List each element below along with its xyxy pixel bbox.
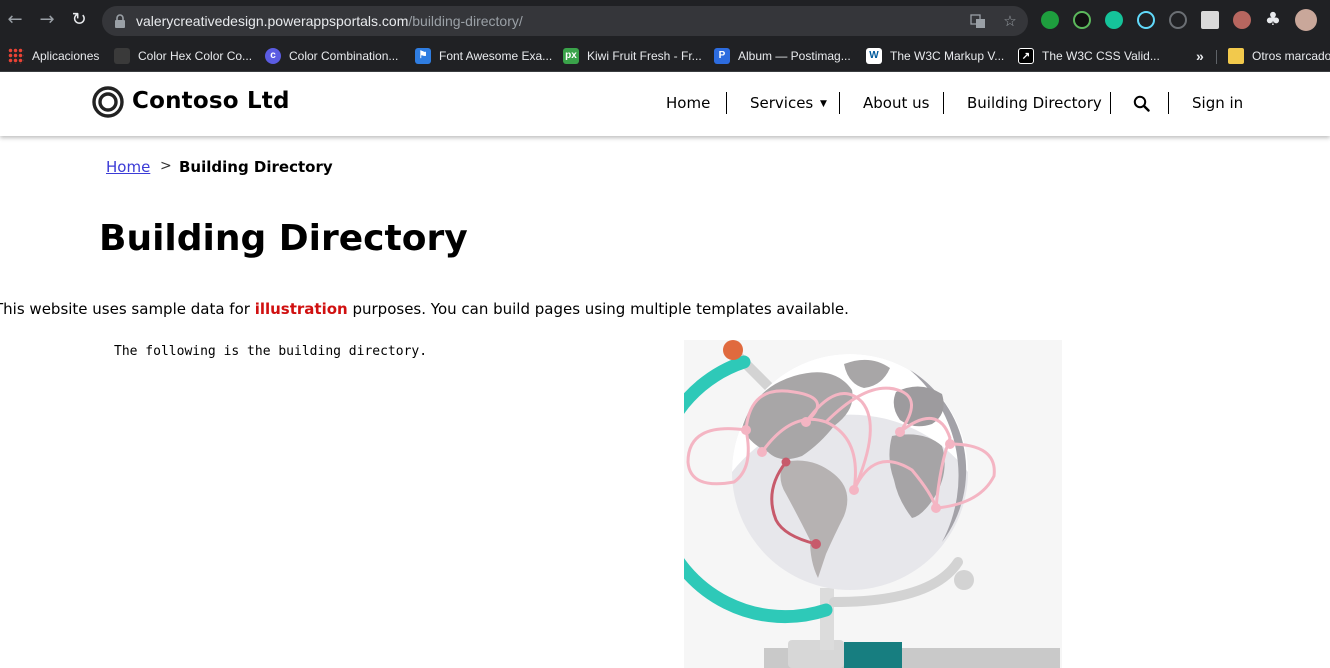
search-icon[interactable]	[1133, 95, 1150, 112]
nav-sign-in[interactable]: Sign in	[1192, 94, 1243, 112]
nav-building-directory[interactable]: Building Directory	[967, 94, 1102, 112]
bookmark-label: Aplicaciones	[32, 49, 100, 63]
site-header: Contoso Ltd Home Services ▼ About us Bui…	[0, 72, 1330, 136]
folder-icon	[1228, 48, 1244, 64]
bookmark-item-w3c-css[interactable]: ↗ The W3C CSS Valid...	[1018, 45, 1160, 67]
nav-services-label: Services	[750, 94, 814, 112]
nav-home[interactable]: Home	[666, 94, 710, 112]
bookmark-item-colorhex[interactable]: Color Hex Color Co...	[114, 45, 252, 67]
contoso-logo-icon[interactable]	[92, 86, 124, 118]
bookmarks-divider	[1216, 50, 1217, 64]
page-title: Building Directory	[99, 218, 468, 259]
globe-illustration	[684, 340, 1062, 668]
a-extension-icon[interactable]	[1073, 11, 1091, 29]
nav-services[interactable]: Services ▼	[750, 94, 827, 112]
url-host: valerycreativedesign.powerappsportals.co…	[136, 13, 409, 29]
bookmark-item-apps[interactable]: Aplicaciones	[8, 45, 99, 67]
grammarly-icon[interactable]	[1105, 11, 1123, 29]
nav-divider	[943, 92, 944, 114]
refresh-extension-icon[interactable]	[1169, 11, 1187, 29]
check-extension-icon[interactable]	[1041, 11, 1059, 29]
intro-text: This website uses sample data for illust…	[0, 300, 849, 318]
bookmark-label: Otros marcado	[1252, 49, 1330, 63]
bookmark-label: Color Combination...	[289, 49, 399, 63]
apps-grid-icon	[8, 48, 24, 64]
colorhex-favicon	[114, 48, 130, 64]
bookmark-item-postimage[interactable]: P Album — Postimag...	[714, 45, 851, 67]
bookmark-label: The W3C CSS Valid...	[1042, 49, 1160, 63]
react-devtools-icon[interactable]	[1137, 11, 1155, 29]
forward-arrow-icon[interactable]: →	[36, 9, 58, 31]
brand-name[interactable]: Contoso Ltd	[132, 88, 290, 114]
globe-illustration-svg	[684, 340, 1060, 668]
breadcrumb-home-link[interactable]: Home	[106, 158, 150, 176]
nav-about-us[interactable]: About us	[863, 94, 929, 112]
font-awesome-favicon: ⚑	[415, 48, 431, 64]
back-arrow-icon[interactable]: ←	[4, 9, 26, 31]
url-path: /building-directory/	[408, 13, 523, 29]
browser-toolbar: ← → ↻ valerycreativedesign.powerappsport…	[0, 0, 1330, 40]
bookmark-label: Font Awesome Exa...	[439, 49, 553, 63]
nav-divider	[1110, 92, 1111, 114]
bookmark-star-icon[interactable]: ☆	[1002, 13, 1018, 29]
profile-avatar[interactable]	[1295, 9, 1317, 31]
bookmark-item-kiwi[interactable]: px Kiwi Fruit Fresh - Fr...	[563, 45, 702, 67]
postimage-favicon: P	[714, 48, 730, 64]
w3c-css-favicon: ↗	[1018, 48, 1034, 64]
ball-extension-icon[interactable]	[1233, 11, 1251, 29]
other-bookmarks-folder[interactable]: Otros marcado	[1228, 45, 1330, 67]
breadcrumb-separator: >	[160, 158, 172, 174]
px-favicon: px	[563, 48, 579, 64]
intro-highlight: illustration	[254, 300, 348, 318]
bookmark-label: Album — Postimag...	[738, 49, 851, 63]
extensions-puzzle-icon[interactable]: ♣	[1262, 9, 1284, 31]
intro-text-start: This website uses sample data for	[0, 300, 255, 318]
bookmark-label: Kiwi Fruit Fresh - Fr...	[587, 49, 702, 63]
nav-divider	[726, 92, 727, 114]
color-combination-favicon: c	[265, 48, 281, 64]
sheet-extension-icon[interactable]	[1201, 11, 1219, 29]
address-bar[interactable]: valerycreativedesign.powerappsportals.co…	[102, 6, 1028, 36]
bookmarks-bar: Aplicaciones Color Hex Color Co... c Col…	[0, 40, 1330, 72]
bookmark-item-color-combination[interactable]: c Color Combination...	[265, 45, 398, 67]
caret-down-icon: ▼	[820, 98, 827, 109]
bookmark-item-font-awesome[interactable]: ⚑ Font Awesome Exa...	[415, 45, 552, 67]
bookmark-label: Color Hex Color Co...	[138, 49, 253, 63]
directory-note: The following is the building directory.	[114, 344, 428, 359]
nav-divider	[1168, 92, 1169, 114]
intro-text-end: purposes. You can build pages using mult…	[347, 300, 849, 318]
lock-icon	[115, 14, 125, 28]
url-text: valerycreativedesign.powerappsportals.co…	[136, 12, 523, 30]
reload-icon[interactable]: ↻	[68, 9, 90, 31]
w3c-favicon: W	[866, 48, 882, 64]
bookmark-item-w3c-markup[interactable]: W The W3C Markup V...	[866, 45, 1004, 67]
nav-divider	[839, 92, 840, 114]
bookmark-label: The W3C Markup V...	[890, 49, 1005, 63]
breadcrumb-current: Building Directory	[179, 158, 333, 176]
translate-icon[interactable]	[970, 13, 986, 29]
bookmarks-overflow-button[interactable]: »	[1196, 45, 1204, 67]
